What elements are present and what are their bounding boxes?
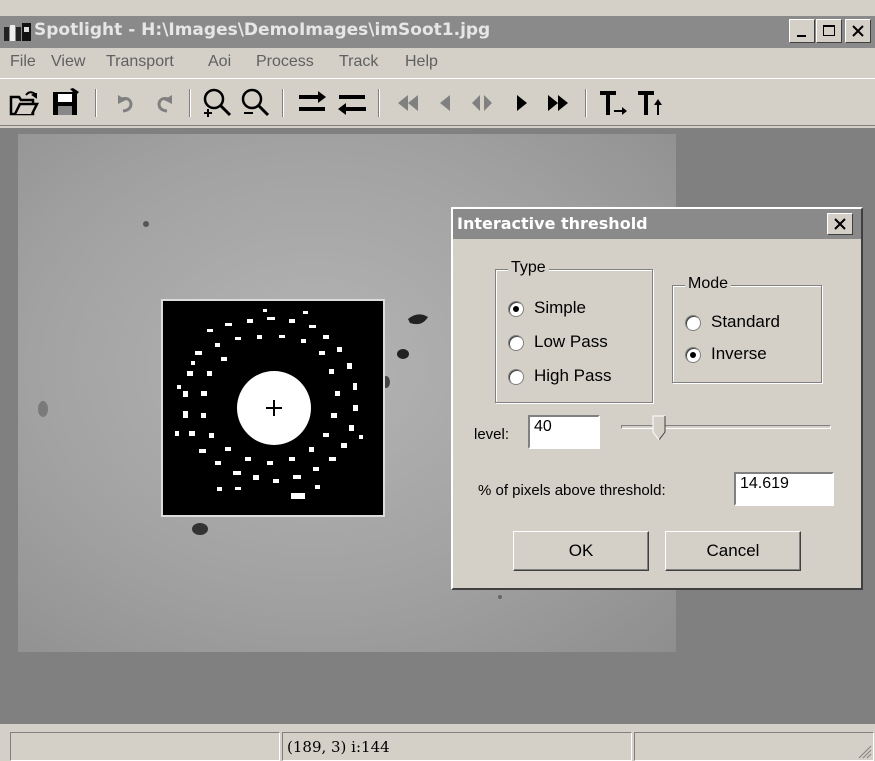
- save-icon[interactable]: [50, 87, 82, 119]
- status-pane-right: [634, 732, 874, 761]
- toolbar-separator: [585, 89, 587, 117]
- ok-button[interactable]: OK: [513, 531, 649, 571]
- menu-transport[interactable]: Transport: [106, 53, 174, 71]
- level-input[interactable]: 40: [528, 415, 600, 449]
- toolbar: [0, 78, 875, 126]
- arrow-left-icon[interactable]: [336, 87, 368, 119]
- menu-track[interactable]: Track: [339, 53, 378, 71]
- zoom-out-icon[interactable]: [240, 87, 272, 119]
- toolbar-separator: [95, 89, 97, 117]
- step-forward-icon[interactable]: [505, 87, 537, 119]
- toolbar-separator: [282, 89, 284, 117]
- app-icon: [4, 23, 32, 41]
- menu-process[interactable]: Process: [256, 53, 314, 71]
- pixels-above-value[interactable]: 14.619: [734, 472, 834, 506]
- radio-high-pass-label: High Pass: [534, 366, 612, 385]
- step-back-icon[interactable]: [430, 87, 462, 119]
- status-pane-left: [10, 732, 280, 761]
- toolbar-separator: [189, 89, 191, 117]
- radio-inverse-control[interactable]: [685, 347, 701, 363]
- dialog-title-bar[interactable]: Interactive threshold: [453, 209, 861, 239]
- mode-group-label: Mode: [685, 275, 732, 293]
- radio-low-pass-control[interactable]: [508, 335, 524, 351]
- toolbar-separator: [378, 89, 380, 117]
- minimize-button[interactable]: [789, 19, 815, 43]
- undo-icon[interactable]: [110, 87, 142, 119]
- radio-standard-control[interactable]: [685, 315, 701, 331]
- status-coords: (189, 3) i:144: [287, 738, 390, 756]
- window-title: Spotlight - H:\Images\DemoImages\imSoot1…: [34, 20, 491, 40]
- radio-inverse-label: Inverse: [711, 344, 767, 363]
- type-group-label: Type: [508, 259, 549, 277]
- radio-simple-label: Simple: [534, 298, 586, 317]
- threshold-dialog: Interactive threshold Type Simple Low Pa…: [451, 207, 863, 590]
- status-pane-coords: (189, 3) i:144: [282, 732, 632, 761]
- status-bar: (189, 3) i:144: [0, 728, 875, 761]
- aoi-threshold-preview[interactable]: [161, 299, 385, 517]
- menu-bar: File View Transport Aoi Process Track He…: [0, 48, 875, 76]
- dialog-close-button[interactable]: [827, 213, 853, 235]
- zoom-in-icon[interactable]: [202, 87, 234, 119]
- arrow-right-icon[interactable]: [296, 87, 328, 119]
- level-label: level:: [474, 426, 510, 443]
- track-forward-icon[interactable]: [598, 87, 630, 119]
- dialog-title: Interactive threshold: [457, 214, 648, 233]
- play-both-icon[interactable]: [466, 87, 498, 119]
- radio-simple-control[interactable]: [508, 301, 524, 317]
- mode-group: Mode Standard Inverse: [672, 275, 822, 383]
- radio-low-pass-label: Low Pass: [534, 332, 608, 351]
- fast-forward-icon[interactable]: [542, 87, 574, 119]
- menu-aoi[interactable]: Aoi: [208, 53, 231, 71]
- menu-view[interactable]: View: [51, 53, 85, 71]
- rewind-icon[interactable]: [392, 87, 424, 119]
- radio-high-pass-control[interactable]: [508, 369, 524, 385]
- maximize-button[interactable]: [816, 19, 842, 43]
- open-folder-icon[interactable]: [8, 87, 40, 119]
- redo-icon[interactable]: [148, 87, 180, 119]
- track-back-icon[interactable]: [636, 87, 668, 119]
- title-bar[interactable]: Spotlight - H:\Images\DemoImages\imSoot1…: [0, 16, 875, 48]
- menu-help[interactable]: Help: [405, 53, 438, 71]
- resize-grip-icon[interactable]: [858, 745, 872, 759]
- type-group: Type Simple Low Pass High Pass: [495, 259, 653, 403]
- level-slider-thumb[interactable]: [652, 415, 666, 441]
- pixels-above-label: % of pixels above threshold:: [478, 482, 666, 499]
- spotlight-window: Spotlight - H:\Images\DemoImages\imSoot1…: [0, 0, 875, 761]
- close-button[interactable]: [845, 19, 871, 43]
- menu-file[interactable]: File: [10, 53, 36, 71]
- radio-standard-label: Standard: [711, 312, 780, 331]
- cancel-button[interactable]: Cancel: [665, 531, 801, 571]
